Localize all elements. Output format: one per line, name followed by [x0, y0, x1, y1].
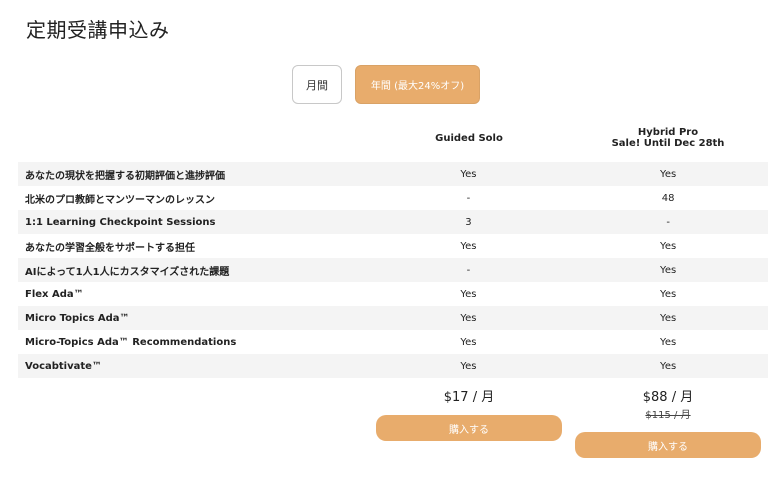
plan-sale-label: Sale! Until Dec 28th [611, 138, 725, 149]
buy-hybrid-pro-button[interactable]: 購入する [575, 432, 761, 458]
hybrid-pro-price: $88 / 月 [642, 390, 694, 405]
guided-solo-price: $17 / 月 [443, 390, 495, 405]
feature-name: AIによって1人1人にカスタマイズされた課題 [25, 266, 230, 278]
guided-solo-value: Yes [460, 168, 477, 180]
page-title: 定期受講申込み [26, 18, 170, 42]
hybrid-pro-value: Yes [660, 312, 677, 324]
guided-solo-value: 3 [465, 216, 472, 228]
guided-solo-value: Yes [460, 360, 477, 372]
table-row: あなたの学習全般をサポートする担任 Yes Yes [18, 234, 768, 258]
table-row: Micro Topics Ada™ Yes Yes [18, 306, 768, 330]
hybrid-pro-value: Yes [660, 264, 677, 276]
feature-name: Micro-Topics Ada™ Recommendations [25, 336, 237, 348]
hybrid-pro-value: Yes [660, 336, 677, 348]
guided-solo-value: - [466, 192, 471, 204]
table-row: あなたの現状を把握する初期評価と進捗評価 Yes Yes [18, 162, 768, 186]
feature-comparison-table: あなたの現状を把握する初期評価と進捗評価 Yes Yes 北米のプロ教師とマンツ… [18, 162, 768, 378]
plan-header-guided-solo: Guided Solo [369, 133, 569, 144]
feature-name: Flex Ada™ [25, 288, 84, 300]
hybrid-pro-value: Yes [660, 168, 677, 180]
plan-name-hybrid-pro: Hybrid Pro [637, 127, 699, 138]
guided-solo-value: Yes [460, 288, 477, 300]
feature-name: Vocabtivate™ [25, 360, 102, 372]
table-row: 北米のプロ教師とマンツーマンのレッスン - 48 [18, 186, 768, 210]
guided-solo-value: - [466, 264, 471, 276]
feature-name: あなたの現状を把握する初期評価と進捗評価 [25, 170, 225, 182]
feature-name: Micro Topics Ada™ [25, 312, 130, 324]
hybrid-pro-original-price: $115 / 月 [645, 410, 691, 421]
hybrid-pro-value: - [666, 216, 670, 228]
table-row: Vocabtivate™ Yes Yes [18, 354, 768, 378]
plan-header-hybrid-pro: Hybrid Pro Sale! Until Dec 28th [568, 127, 768, 149]
yearly-toggle-button[interactable]: 年間 (最大24%オフ) [355, 65, 480, 104]
monthly-toggle-button[interactable]: 月間 [292, 65, 342, 104]
hybrid-pro-value: 48 [661, 192, 675, 204]
table-row: Flex Ada™ Yes Yes [18, 282, 768, 306]
table-row: 1:1 Learning Checkpoint Sessions 3 - [18, 210, 768, 234]
feature-name: あなたの学習全般をサポートする担任 [25, 242, 195, 254]
plan-name-guided-solo: Guided Solo [435, 133, 503, 144]
hybrid-pro-value: Yes [660, 288, 677, 300]
hybrid-pro-value: Yes [660, 240, 677, 252]
feature-name: 1:1 Learning Checkpoint Sessions [25, 216, 216, 228]
feature-name: 北米のプロ教師とマンツーマンのレッスン [25, 194, 215, 206]
hybrid-pro-value: Yes [660, 360, 677, 372]
buy-guided-solo-button[interactable]: 購入する [376, 415, 562, 441]
table-row: AIによって1人1人にカスタマイズされた課題 - Yes [18, 258, 768, 282]
guided-solo-value: Yes [460, 240, 477, 252]
table-row: Micro-Topics Ada™ Recommendations Yes Ye… [18, 330, 768, 354]
guided-solo-value: Yes [460, 336, 477, 348]
guided-solo-value: Yes [460, 312, 477, 324]
